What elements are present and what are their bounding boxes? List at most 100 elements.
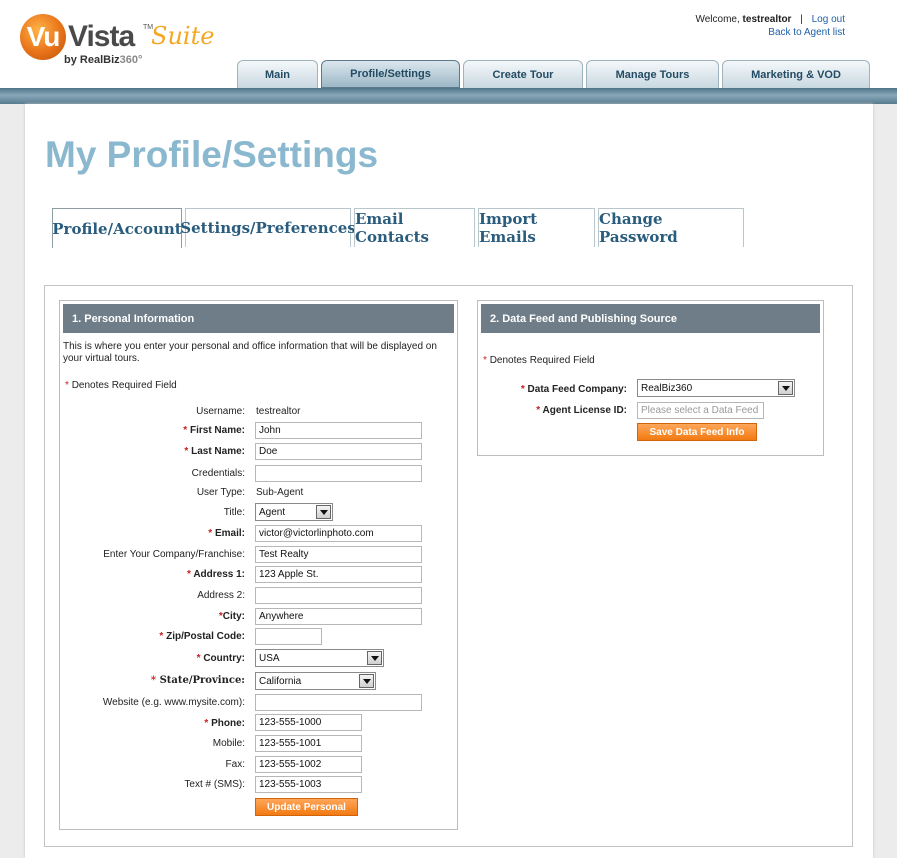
data-feed-section: 2. Data Feed and Publishing Source * Den… [477,300,824,456]
tab-profile-account[interactable]: Profile/Account [52,208,182,248]
address1-label: * Address 1: [186,569,245,580]
username-row: Username: [60,403,245,420]
tab-change-password[interactable]: Change Password [598,208,744,247]
city-label: *City: [218,611,245,622]
chevron-down-icon[interactable] [367,651,382,665]
credentials-row: Credentials: [60,465,245,482]
zip-input[interactable] [255,628,322,645]
title-select[interactable]: Agent [255,503,333,521]
required-field-note: * Denotes Required Field [65,380,177,391]
title-row: Title: [60,504,245,521]
datafeed-required-note: * Denotes Required Field [483,355,595,366]
tab-import-emails[interactable]: Import Emails [478,208,595,247]
required-star: * [65,380,69,391]
welcome-username: testrealtor [742,14,792,25]
state-select-value: California [259,675,302,687]
update-personal-button[interactable]: Update Personal [255,798,358,816]
nav-divider-bar [0,88,897,104]
byline-suffix: 360° [119,54,143,66]
website-label: Website (e.g. www.mysite.com): [102,697,245,708]
title-label: Title: [223,507,245,518]
fax-input[interactable]: 123-555-1002 [255,756,362,773]
state-select[interactable]: California [255,672,376,690]
username-value: testrealtor [256,406,301,417]
country-row: * Country: [60,650,245,667]
user-type-row: User Type: [60,484,245,501]
last-name-label: * Last Name: [184,446,245,457]
mobile-input[interactable]: 123-555-1001 [255,735,362,752]
chevron-down-icon[interactable] [316,505,331,519]
last-name-input[interactable]: Doe [255,443,422,460]
sms-row: Text # (SMS): [60,776,245,793]
page-title: My Profile/Settings [45,134,379,175]
logo-suite-text: Suite [151,22,215,50]
back-to-agent-list-link[interactable]: Back to Agent list [768,27,845,38]
credentials-label: Credentials: [191,468,245,479]
logout-link[interactable]: Log out [812,14,845,25]
user-type-label: User Type: [196,487,245,498]
company-label: Enter Your Company/Franchise: [103,549,245,560]
personal-intro-text: This is where you enter your personal an… [63,341,437,364]
content-area: My Profile/Settings Profile/Account Sett… [25,104,873,858]
logo-byline: by RealBiz360° [64,54,142,66]
vuvista-suite-logo[interactable]: Vu Vista TM Suite by RealBiz360° [20,12,220,72]
welcome-separator: | [800,14,803,25]
zip-row: * Zip/Postal Code: [60,628,245,645]
agent-license-label: * Agent License ID: [536,405,627,416]
nav-tab-create-tour[interactable]: Create Tour [463,60,583,88]
tab-email-contacts[interactable]: Email Contacts [354,208,475,247]
save-data-feed-button[interactable]: Save Data Feed Info [637,423,757,441]
logo-vista-text: Vista [68,20,135,53]
username-label: Username: [196,406,245,417]
credentials-input[interactable] [255,465,422,482]
agent-license-input[interactable]: Please select a Data Feed [637,402,764,419]
address1-row: * Address 1: [60,566,245,583]
phone-input[interactable]: 123-555-1000 [255,714,362,731]
last-name-row: * Last Name: [60,443,245,460]
datafeed-required-note-text: Denotes Required Field [489,355,595,366]
datafeed-company-select[interactable]: RealBiz360 [637,379,795,397]
agent-license-row: * Agent License ID: [478,402,627,419]
datafeed-company-label: * Data Feed Company: [520,384,627,395]
byline-prefix: by RealBiz [64,54,120,66]
chevron-down-icon[interactable] [778,381,793,395]
required-note-text: Denotes Required Field [71,380,177,391]
country-select[interactable]: USA [255,649,384,667]
chevron-down-icon[interactable] [359,674,374,688]
city-input[interactable]: Anywhere [255,608,422,625]
company-input[interactable]: Test Realty [255,546,422,563]
phone-row: * Phone: [60,715,245,732]
address2-label: Address 2: [197,590,245,601]
address1-input[interactable]: 123 Apple St. [255,566,422,583]
main-nav: Main Profile/Settings Create Tour Manage… [237,60,870,88]
user-type-value: Sub-Agent [256,487,304,498]
state-label: * State/Province: [150,675,245,686]
website-input[interactable] [255,694,422,711]
sms-input[interactable]: 123-555-1003 [255,776,362,793]
state-row: * State/Province: [60,672,245,689]
address2-input[interactable] [255,587,422,604]
tab-settings-preferences[interactable]: Settings/Preferences [180,208,356,247]
first-name-label: * First Name: [183,425,245,436]
phone-label: * Phone: [204,718,245,729]
city-row: *City: [60,608,245,625]
datafeed-company-value: RealBiz360 [641,382,693,394]
nav-tab-main[interactable]: Main [237,60,318,88]
nav-tab-marketing-vod[interactable]: Marketing & VOD [722,60,870,88]
required-star: * [483,355,487,366]
vu-logo-mark: Vu [20,14,66,60]
nav-tab-manage-tours[interactable]: Manage Tours [586,60,719,88]
zip-label: * Zip/Postal Code: [159,631,245,642]
title-select-value: Agent [259,506,286,518]
sms-label: Text # (SMS): [184,779,245,790]
datafeed-company-row: * Data Feed Company: [478,381,627,398]
company-row: Enter Your Company/Franchise: [60,546,245,563]
mobile-label: Mobile: [212,738,245,749]
nav-tab-profile-settings[interactable]: Profile/Settings [321,60,460,88]
first-name-input[interactable]: John [255,422,422,439]
personal-information-section: 1. Personal Information This is where yo… [59,300,458,830]
email-input[interactable]: victor@victorlinphoto.com [255,525,422,542]
country-select-value: USA [259,652,280,664]
country-label: * Country: [196,653,245,664]
panel-top-border-left [44,285,151,286]
